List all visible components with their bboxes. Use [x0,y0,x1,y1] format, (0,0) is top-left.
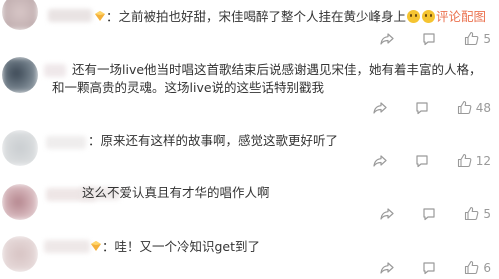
thumbs-up-icon [457,153,472,168]
username[interactable] [46,136,86,149]
comment-item: 这么不爱认真且有才华的唱作人啊 5 [0,172,499,228]
username[interactable] [44,240,90,253]
like-count: 5 [483,31,491,46]
share-icon [373,101,387,114]
comment-text: ：哇！又一个冷知识get到了 [102,239,261,254]
share-button[interactable] [373,154,387,168]
comment-icon [423,261,435,274]
like-count: 12 [475,153,491,168]
share-icon [380,261,394,274]
thumbs-up-icon [465,206,479,221]
share-icon [373,154,387,167]
comment-item: ：原来还有这样的故事啊，感觉这歌更好听了 12 [0,120,499,172]
like-count: 48 [475,100,491,115]
avatar[interactable] [2,57,38,93]
gem-badge-icon [91,241,101,251]
gem-badge-icon [95,11,105,21]
share-button[interactable] [380,261,394,275]
comment-actions: 5 [380,206,491,221]
share-button[interactable] [380,207,394,221]
thumbs-up-icon [465,31,479,46]
thumbs-up-icon [457,100,472,115]
comment-item: ：之前被拍也好甜，宋佳喝醉了整个人挂在黄少峰身上 评论配图 5 [0,0,499,56]
comment-text: 这么不爱认真且有才华的唱作人啊 [82,185,270,200]
comment-button[interactable] [415,154,429,168]
username[interactable] [48,9,92,22]
like-count: 5 [483,206,491,221]
like-count: 6 [483,260,491,275]
comment-text: 还有一场live他当时唱这首歌结束后说感谢遇见宋佳，她有着丰富的人格，和一颗高贵… [52,62,482,95]
comment-button[interactable] [422,32,436,46]
comment-icon [423,207,435,220]
comment-text: ：之前被拍也好甜，宋佳喝醉了整个人挂在黄少峰身上 评论配图 [106,9,487,24]
like-button[interactable]: 6 [464,260,491,275]
like-button[interactable]: 12 [457,153,491,168]
avatar[interactable] [2,236,38,272]
thumbs-up-icon [465,260,479,275]
comment-text: ：原来还有这样的故事啊，感觉这歌更好听了 [88,133,339,148]
share-button[interactable] [380,32,394,46]
comment-icon [423,32,435,45]
share-button[interactable] [373,101,387,115]
comment-actions: 48 [373,100,491,115]
avatar[interactable] [2,0,38,30]
comment-item: ：哇！又一个冷知识get到了 6 [0,228,499,279]
share-icon [380,207,394,220]
comment-actions: 12 [373,153,491,168]
avatar[interactable] [2,130,38,166]
comment-icon [416,101,428,114]
comment-button[interactable] [422,207,436,221]
like-button[interactable]: 48 [457,100,491,115]
comment-icon [416,154,428,167]
emoji-icon [407,10,421,23]
image-reply-link[interactable]: 评论配图 [436,9,486,24]
like-button[interactable]: 5 [464,206,491,221]
comment-button[interactable] [415,101,429,115]
comment-item: 还有一场live他当时唱这首歌结束后说感谢遇见宋佳，她有着丰富的人格，和一颗高贵… [0,56,499,120]
comment-actions: 5 [380,31,491,46]
like-button[interactable]: 5 [464,31,491,46]
share-icon [380,32,394,45]
comment-button[interactable] [422,261,436,275]
comment-actions: 6 [380,260,491,275]
emoji-icon [422,10,436,23]
avatar[interactable] [2,184,38,220]
